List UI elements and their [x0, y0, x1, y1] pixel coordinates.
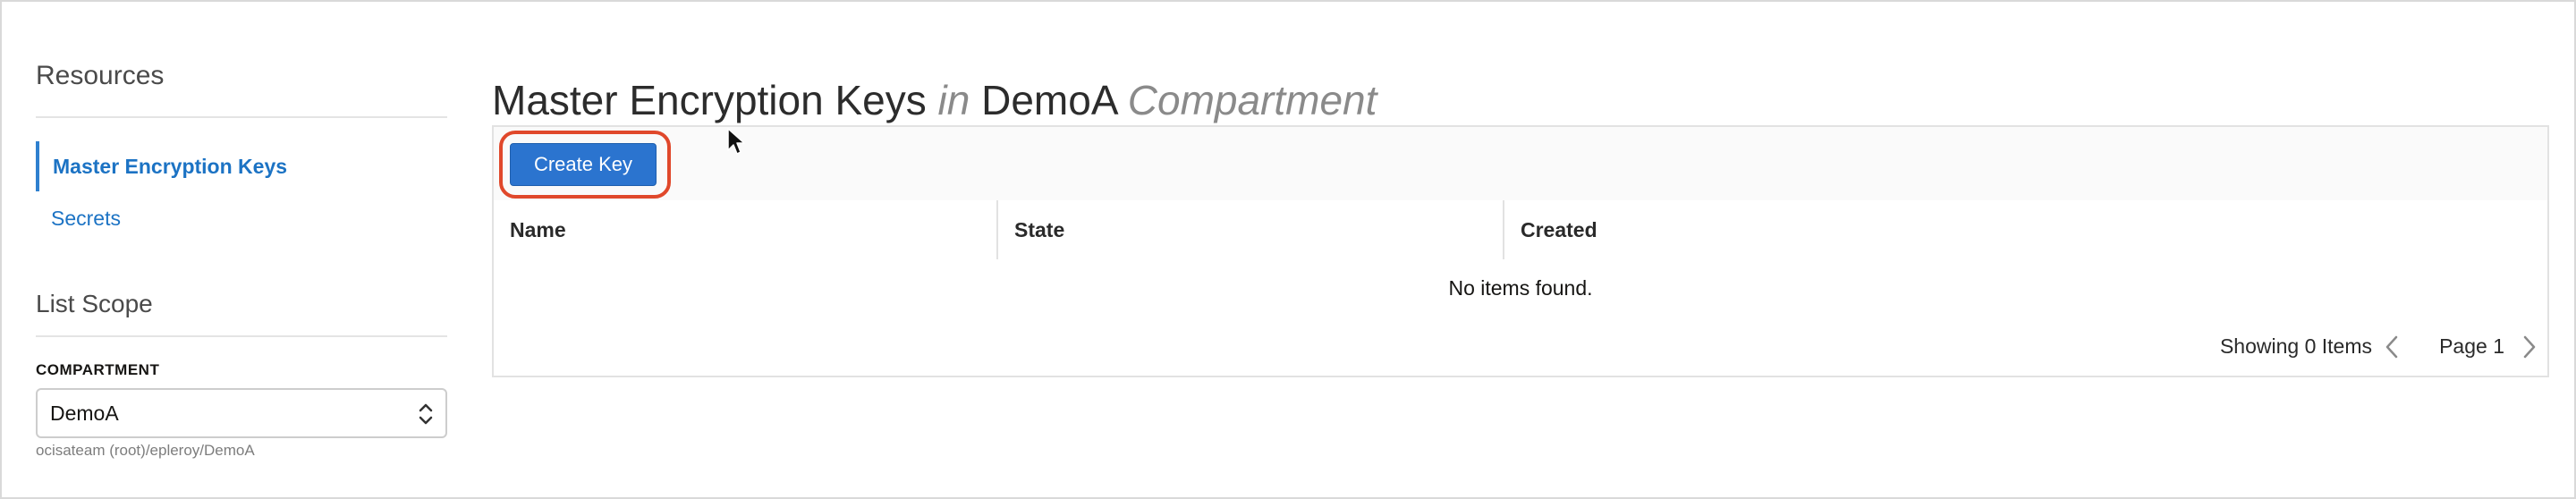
page-title-suffix: Compartment [1127, 76, 1377, 123]
mouse-pointer-icon [727, 128, 745, 155]
page-title-main: Master Encryption Keys [492, 76, 927, 123]
empty-table-message: No items found. [494, 259, 2547, 318]
chevron-left-icon[interactable] [2385, 334, 2399, 359]
divider [36, 335, 447, 337]
chevron-up-down-icon [419, 403, 433, 425]
compartment-path: ocisateam (root)/epleroy/DemoA [36, 442, 255, 459]
table-header: Name State Created [494, 200, 2547, 261]
keys-table-panel: Create Key Name State Created No items f… [492, 125, 2549, 377]
app-window: Resources Master Encryption Keys Secrets… [0, 0, 2576, 499]
resources-heading: Resources [36, 61, 165, 90]
chevron-right-icon[interactable] [2522, 334, 2537, 359]
column-header-created[interactable]: Created [1504, 200, 2547, 259]
column-header-name[interactable]: Name [494, 200, 998, 259]
page-indicator: Page 1 [2439, 334, 2504, 358]
table-footer: Showing 0 Items Page 1 [494, 317, 2547, 376]
page-title-compartment: DemoA [981, 76, 1116, 123]
list-scope-heading: List Scope [36, 290, 153, 317]
column-header-state[interactable]: State [998, 200, 1504, 259]
sidebar-item-label: Master Encryption Keys [53, 154, 288, 178]
page-title-in: in [937, 76, 970, 123]
table-toolbar: Create Key [494, 127, 2547, 202]
compartment-label: COMPARTMENT [36, 361, 160, 378]
page-title: Master Encryption Keys in DemoA Compartm… [492, 76, 1377, 124]
compartment-select[interactable]: DemoA [36, 388, 447, 438]
compartment-select-value: DemoA [50, 401, 119, 425]
create-key-button[interactable]: Create Key [510, 143, 657, 186]
sidebar-item-master-encryption-keys[interactable]: Master Encryption Keys [36, 141, 429, 191]
sidebar-item-label: Secrets [51, 206, 121, 230]
divider [36, 116, 447, 118]
items-count: Showing 0 Items [2219, 334, 2372, 358]
sidebar-item-secrets[interactable]: Secrets [36, 193, 429, 243]
